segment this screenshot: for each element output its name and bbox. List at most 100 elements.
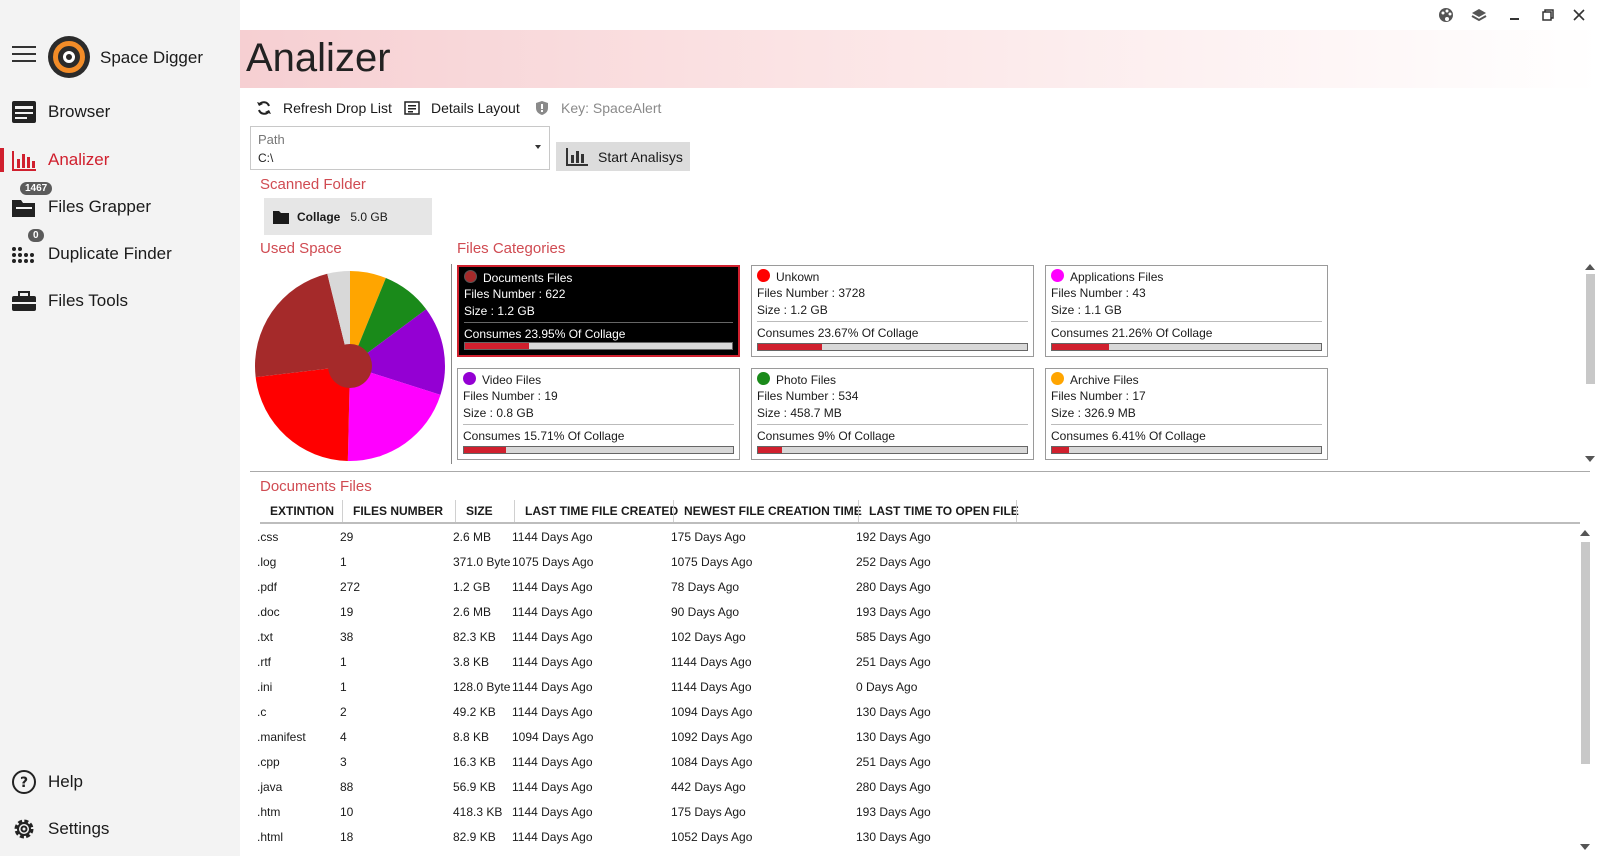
help-button[interactable]: ? Help [0, 762, 240, 802]
bar-chart-icon [10, 146, 38, 174]
category-card[interactable]: Photo Files Files Number : 534 Size : 458.… [751, 368, 1034, 460]
cell-files-number: 29 [340, 530, 354, 544]
cell-extension: .java [257, 780, 283, 794]
category-size: Size : 458.7 MB [757, 406, 842, 420]
category-separator [464, 322, 733, 323]
cell-extension: .doc [257, 605, 280, 619]
svg-text:?: ? [20, 775, 28, 791]
toolbox-icon [10, 287, 38, 315]
details-layout-button[interactable]: Details Layout [403, 98, 520, 118]
sidebar-item-label: Files Tools [48, 291, 128, 310]
cell-size: 128.0 Byte [453, 680, 511, 694]
table-row[interactable]: .manifest 4 8.8 KB 1094 Days Ago 1092 Days A… [257, 724, 1580, 749]
hamburger-menu-icon[interactable] [12, 46, 36, 64]
table-row[interactable]: .css 29 2.6 MB 1144 Days Ago 175 Days Ago 192… [257, 524, 1580, 549]
table-row[interactable]: .htm 10 418.3 KB 1144 Days Ago 175 Days Ago 1… [257, 799, 1580, 824]
files-categories-title: Files Categories [457, 240, 566, 257]
category-progress-bar [464, 342, 733, 350]
sidebar-item-files-grapper[interactable]: 1467 Files Grapper [0, 182, 240, 227]
category-card[interactable]: Applications Files Files Number : 43 Size … [1045, 265, 1328, 357]
category-consumes: Consumes 6.41% Of Collage [1051, 429, 1206, 443]
scroll-down-icon[interactable] [1580, 844, 1590, 850]
sidebar-item-label: Duplicate Finder [48, 244, 172, 263]
gear-icon [10, 815, 38, 843]
cell-files-number: 38 [340, 630, 354, 644]
category-card[interactable]: Video Files Files Number : 19 Size : 0.8 G… [457, 368, 740, 460]
cell-size: 56.9 KB [453, 780, 496, 794]
column-header-files-number[interactable]: FILES NUMBER [343, 504, 443, 522]
cell-last-created: 1144 Days Ago [512, 605, 593, 619]
column-header-size[interactable]: SIZE [456, 504, 493, 522]
cell-size: 1.2 GB [453, 580, 491, 594]
category-progress-fill [1052, 344, 1110, 350]
details-icon [403, 100, 421, 116]
category-color-dot [1051, 269, 1064, 282]
start-analysis-button[interactable]: Start Analisys [556, 142, 690, 171]
table-row[interactable]: .ini 1 128.0 Byte 1144 Days Ago 1144 Days Ag… [257, 674, 1580, 699]
minimize-icon[interactable] [1504, 5, 1526, 25]
category-card[interactable]: Unkown Files Number : 3728 Size : 1.2 GB Co… [751, 265, 1034, 357]
categories-scrollbar[interactable] [1585, 264, 1595, 464]
scroll-thumb[interactable] [1581, 542, 1590, 764]
scroll-down-icon[interactable] [1585, 456, 1595, 462]
table-row[interactable]: .rtf 1 3.8 KB 1144 Days Ago 1144 Days Ago 251… [257, 649, 1580, 674]
category-card[interactable]: Archive Files Files Number : 17 Size : 326… [1045, 368, 1328, 460]
folder-icon [273, 210, 289, 224]
column-header-extintion[interactable]: EXTINTION [260, 504, 334, 522]
category-size: Size : 1.2 GB [464, 304, 535, 318]
browser-icon [10, 98, 38, 126]
table-row[interactable]: .txt 38 82.3 KB 1144 Days Ago 102 Days Ago 58… [257, 624, 1580, 649]
category-consumes: Consumes 21.26% Of Collage [1051, 326, 1213, 340]
restore-icon[interactable] [1537, 5, 1559, 25]
scroll-up-icon[interactable] [1580, 530, 1590, 536]
cell-newest-created: 1075 Days Ago [671, 555, 753, 569]
sidebar-item-analizer[interactable]: Analizer [0, 140, 240, 180]
cell-last-created: 1144 Days Ago [512, 580, 593, 594]
scroll-thumb[interactable] [1586, 274, 1595, 384]
category-name: Video Files [482, 373, 542, 387]
path-dropdown[interactable]: Path C:\ [250, 126, 550, 170]
category-card[interactable]: Documents Files Files Number : 622 Size : … [457, 265, 740, 357]
cell-last-opened: 280 Days Ago [856, 780, 931, 794]
cell-size: 3.8 KB [453, 655, 490, 669]
cell-last-opened: 193 Days Ago [856, 805, 931, 819]
column-header-last-created[interactable]: LAST TIME FILE CREATED [515, 504, 678, 522]
table-row[interactable]: .pdf 272 1.2 GB 1144 Days Ago 78 Days Ago 280… [257, 574, 1580, 599]
sidebar-item-label: Analizer [48, 150, 110, 169]
sidebar-item-duplicate-finder[interactable]: 0 Duplicate Finder [0, 229, 240, 274]
cell-extension: .txt [257, 630, 274, 644]
help-label: Help [48, 772, 83, 791]
category-name: Photo Files [776, 373, 837, 387]
column-header-last-opened[interactable]: LAST TIME TO OPEN FILE [859, 504, 1019, 522]
cell-newest-created: 1092 Days Ago [671, 730, 753, 744]
column-header-newest-created[interactable]: NEWEST FILE CREATION TIME [674, 504, 862, 522]
cell-extension: .css [257, 530, 279, 544]
refresh-drop-list-button[interactable]: Refresh Drop List [255, 98, 392, 118]
pie-svg [255, 271, 445, 461]
cell-newest-created: 442 Days Ago [671, 780, 746, 794]
layers-icon[interactable] [1468, 5, 1490, 25]
table-scrollbar[interactable] [1580, 530, 1590, 856]
sidebar-item-files-tools[interactable]: Files Tools [0, 281, 240, 321]
table-row[interactable]: .html 18 82.9 KB 1144 Days Ago 1052 Days Ago… [257, 824, 1580, 849]
table-row[interactable]: .log 1 371.0 Byte 1075 Days Ago 1075 Days Ag… [257, 549, 1580, 574]
cell-last-opened: 130 Days Ago [856, 730, 931, 744]
sidebar-item-browser[interactable]: Browser [0, 92, 240, 132]
table-row[interactable]: .cpp 3 16.3 KB 1144 Days Ago 1084 Days Ago 25… [257, 749, 1580, 774]
cell-files-number: 19 [340, 605, 354, 619]
cell-newest-created: 90 Days Ago [671, 605, 740, 619]
table-row[interactable]: .doc 19 2.6 MB 1144 Days Ago 90 Days Ago 193 … [257, 599, 1580, 624]
category-files-number: Files Number : 622 [464, 287, 566, 301]
palette-icon[interactable] [1435, 5, 1457, 25]
sidebar: Space Digger Browser Analizer 1467 Files… [0, 0, 240, 856]
category-color-dot [757, 269, 770, 282]
scanned-folder-chip[interactable]: Collage 5.0 GB [264, 198, 432, 235]
start-analysis-label: Start Analisys [598, 148, 683, 165]
table-row[interactable]: .java 88 56.9 KB 1144 Days Ago 442 Days Ago 2… [257, 774, 1580, 799]
settings-button[interactable]: Settings [0, 809, 240, 849]
category-progress-fill [465, 343, 529, 349]
scroll-up-icon[interactable] [1585, 264, 1595, 270]
close-icon[interactable] [1568, 5, 1590, 25]
table-row[interactable]: .c 2 49.2 KB 1144 Days Ago 1094 Days Ago 130 … [257, 699, 1580, 724]
category-color-dot [757, 372, 770, 385]
